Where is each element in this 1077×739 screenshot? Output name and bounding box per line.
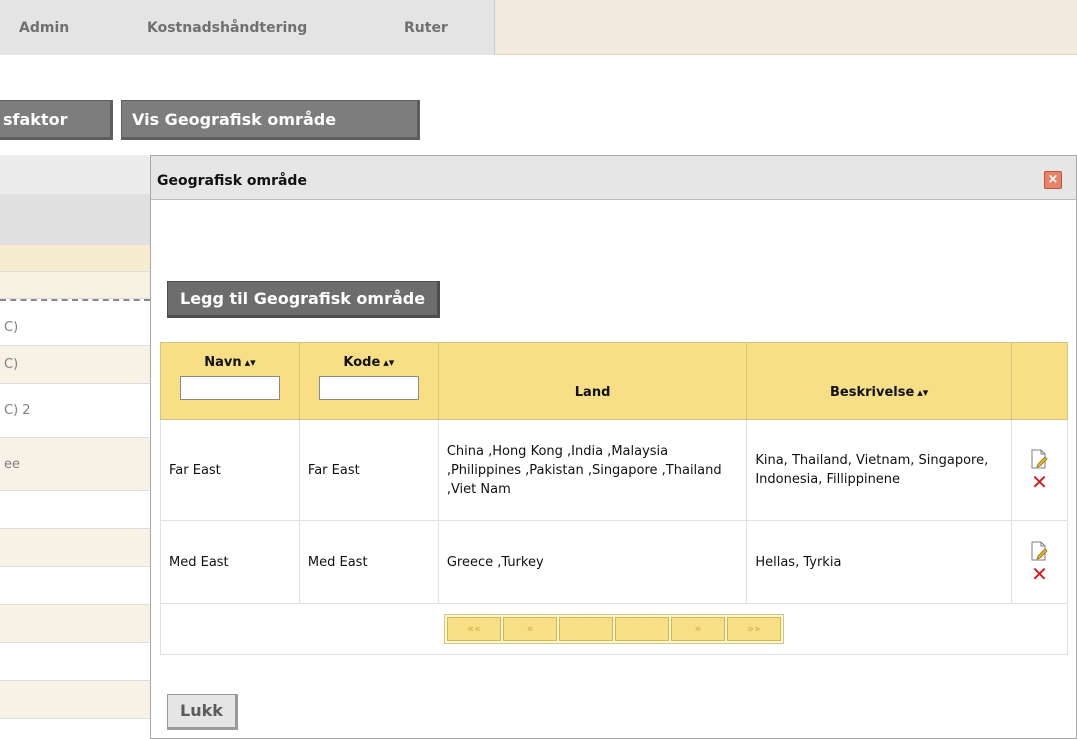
background-table-row	[0, 567, 150, 605]
pager-last-button[interactable]: »»	[727, 617, 781, 641]
name-filter-input[interactable]	[179, 376, 280, 400]
background-table-row	[0, 491, 150, 529]
cell-name: Med East	[160, 520, 300, 604]
sort-icon[interactable]: ▴▾	[917, 386, 928, 399]
column-header-country: Land	[437, 342, 748, 420]
dialog-titlebar[interactable]: Geografisk område ×	[151, 156, 1076, 200]
background-table-row: C)	[0, 310, 150, 346]
nav-item-admin[interactable]: Admin	[19, 20, 69, 36]
nav-item-cost-management[interactable]: Kostnadshåndtering	[147, 20, 307, 36]
add-geographic-area-button[interactable]: Legg til Geografisk område	[167, 281, 441, 318]
app-window: Admin Kostnadshåndtering Ruter sfaktor V…	[0, 0, 1077, 739]
background-table-row: C)	[0, 346, 150, 384]
pager-first-button[interactable]: ««	[447, 617, 501, 641]
table-row: Med East Med East Greece ,Turkey Hellas,…	[160, 520, 1069, 604]
background-table-row: C) 2	[0, 384, 150, 438]
sort-icon[interactable]: ▴▾	[383, 356, 394, 369]
cell-code: Far East	[298, 419, 439, 521]
column-header-name: Navn ▴▾	[160, 342, 300, 420]
code-filter-input[interactable]	[318, 376, 419, 400]
background-table-row	[0, 681, 150, 719]
show-geographic-area-button[interactable]: Vis Geografisk område	[121, 100, 420, 140]
nav-menu: Admin Kostnadshåndtering Ruter	[0, 0, 495, 55]
background-table-row: ee	[0, 438, 150, 491]
cell-code: Med East	[298, 520, 439, 604]
geographic-area-table: Navn ▴▾ Kode ▴▾ Land Beskrivelse ▴▾ Far …	[160, 342, 1069, 655]
background-table-row	[0, 643, 150, 681]
background-table-subheader	[0, 195, 150, 245]
column-label-description: Beskrivelse	[830, 384, 915, 400]
column-label-name: Navn	[204, 355, 242, 370]
sort-by-name[interactable]: Navn ▴▾	[161, 343, 299, 370]
background-table-row	[0, 245, 150, 272]
column-header-code: Kode ▴▾	[298, 342, 439, 420]
dialog-title: Geografisk område	[157, 173, 307, 189]
background-table-row	[0, 529, 150, 567]
pager-next-button[interactable]: »	[671, 617, 725, 641]
cell-description: Kina, Thailand, Vietnam, Singapore, Indo…	[746, 419, 1012, 521]
cell-actions: ✕	[1010, 520, 1069, 604]
close-dialog-button[interactable]: Lukk	[167, 694, 238, 730]
sort-by-code[interactable]: Kode ▴▾	[300, 343, 438, 370]
pager-cell: «« « » »»	[160, 603, 1068, 655]
pager-row: «« « » »»	[160, 603, 1068, 655]
cell-actions: ✕	[1010, 419, 1069, 521]
edit-icon[interactable]	[1030, 541, 1049, 561]
cell-country: China ,Hong Kong ,India ,Malaysia ,Phili…	[437, 419, 748, 521]
delete-icon[interactable]: ✕	[1020, 472, 1059, 492]
cell-name: Far East	[160, 419, 300, 521]
sort-icon[interactable]: ▴▾	[245, 356, 256, 369]
pager: «« « » »»	[444, 614, 784, 644]
background-table-row	[0, 605, 150, 643]
close-icon[interactable]: ×	[1044, 171, 1062, 189]
nav-item-routes[interactable]: Ruter	[404, 20, 448, 36]
table-row: Far East Far East China ,Hong Kong ,Indi…	[160, 419, 1069, 521]
cell-country: Greece ,Turkey	[437, 520, 748, 604]
table-header-row: Navn ▴▾ Kode ▴▾ Land Beskrivelse ▴▾	[160, 342, 1069, 420]
column-header-actions	[1010, 342, 1069, 420]
pager-previous-button[interactable]: «	[503, 617, 557, 641]
factor-button[interactable]: sfaktor	[0, 100, 113, 140]
edit-icon[interactable]	[1030, 449, 1049, 469]
background-table-row	[0, 272, 150, 299]
geographic-area-dialog: Geografisk område × Legg til Geografisk …	[150, 155, 1077, 739]
dashed-divider	[0, 299, 150, 301]
pager-page-button[interactable]	[615, 617, 669, 641]
cell-description: Hellas, Tyrkia	[746, 520, 1012, 604]
top-navigation: Admin Kostnadshåndtering Ruter	[0, 0, 1077, 55]
column-label-country: Land	[574, 384, 611, 400]
pager-page-button[interactable]	[559, 617, 613, 641]
delete-icon[interactable]: ✕	[1020, 564, 1059, 584]
background-table: C) C) C) 2 ee	[0, 155, 150, 739]
column-label-code: Kode	[343, 355, 381, 370]
column-header-description[interactable]: Beskrivelse ▴▾	[746, 342, 1012, 420]
background-table-header	[0, 155, 150, 195]
